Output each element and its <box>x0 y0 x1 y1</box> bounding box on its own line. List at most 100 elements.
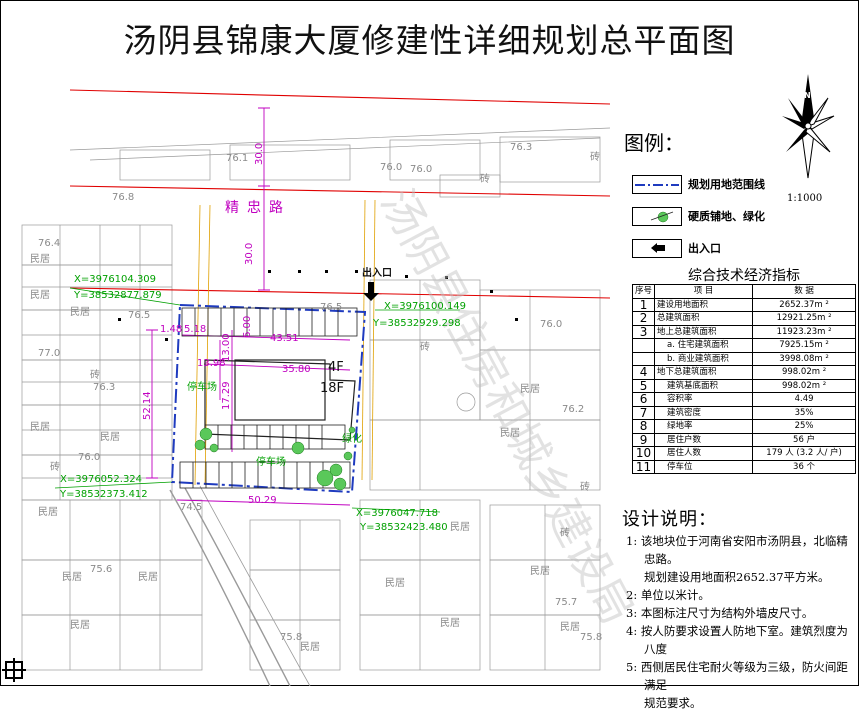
row-value: 11923.23m ² <box>752 324 856 339</box>
elevation: 76.5 <box>320 302 342 313</box>
table-row: 7 建筑密度 35% <box>631 405 856 420</box>
elevation: 75.8 <box>280 632 302 643</box>
dimension-label: 13.00 <box>221 333 232 362</box>
row-item: 容积率 <box>654 392 754 407</box>
row-number: 6 <box>631 392 656 407</box>
road-red-lines <box>69 89 611 299</box>
coord-sw-y: Y=38532373.412 <box>59 489 148 500</box>
row-value: 998.02m ² <box>752 365 856 380</box>
table-row: 11 停车位 36 个 <box>631 459 856 474</box>
elevation: 77.0 <box>38 348 60 359</box>
elevation: 76.1 <box>226 153 248 164</box>
design-notes: 1: 该地块位于河南省安阳市汤阴县，北临精忠路。 规划建设用地面积2652.37… <box>626 532 858 712</box>
legend-label: 出入口 <box>688 242 721 255</box>
elevation: 76.3 <box>93 382 115 393</box>
dimension-label: 6.00 <box>242 316 253 338</box>
table-row: a. 住宅建筑面积 7925.15m ² <box>631 338 856 353</box>
scale-label: 1:1000 <box>787 193 823 204</box>
brick-label: 砖 <box>480 172 490 185</box>
house-label: 民居 <box>30 289 50 301</box>
econ-table-title: 综合技术经济指标 <box>688 268 800 284</box>
row-value: 25% <box>752 419 856 434</box>
legend-swatch-entrance <box>632 238 682 258</box>
row-value: 2652.37m ² <box>752 297 856 312</box>
table-row: 3 地上总建筑面积 11923.23m ² <box>631 324 856 339</box>
house-label: 民居 <box>440 617 460 629</box>
grid-cross-icon <box>0 656 28 689</box>
row-item: 建筑基底面积 <box>654 378 754 393</box>
floor-label-4f: 4F <box>328 360 344 375</box>
elevation: 76.0 <box>540 319 562 330</box>
table-row: 4 地下总建筑面积 998.02m ² <box>631 365 856 380</box>
legend-label: 硬质铺地、绿化 <box>688 210 765 223</box>
coord-se-y: Y=38532423.480 <box>359 522 448 533</box>
row-number: 2 <box>631 311 656 326</box>
row-value: 35% <box>752 405 856 420</box>
table-header: 项 目 <box>654 284 754 299</box>
table-header: 数 据 <box>752 284 856 299</box>
elevation: 76.0 <box>380 162 402 173</box>
design-notes-title: 设计说明： <box>622 509 717 530</box>
legend-item-paving: 硬质铺地、绿化 <box>632 206 765 226</box>
table-row: 8 绿地率 25% <box>631 419 856 434</box>
elevation: 76.3 <box>510 142 532 153</box>
table-row: 10 居住人数 179 人 (3.2 人/ 户) <box>631 446 856 461</box>
house-label: 民居 <box>30 253 50 265</box>
row-number: 4 <box>631 365 656 380</box>
row-value: 36 个 <box>752 459 856 474</box>
note-line: 规范要求。 <box>644 696 702 710</box>
brick-label: 砖 <box>590 150 600 163</box>
row-item: b. 商业建筑面积 <box>654 351 754 366</box>
road-width-1: 30.0 <box>254 143 265 165</box>
row-item: 停车位 <box>654 459 754 474</box>
row-item: 地上总建筑面积 <box>654 324 754 339</box>
coord-ne-y: Y=38532929.298 <box>372 318 461 329</box>
elevation: 76.5 <box>128 310 150 321</box>
table-row: 2 总建筑面积 12921.25m ² <box>631 311 856 326</box>
note-line: 规划建设用地面积2652.37平方米。 <box>644 570 830 584</box>
dimension-label: 17.29 <box>221 381 232 410</box>
row-item: 总建筑面积 <box>654 311 754 326</box>
row-item: 居住人数 <box>654 446 754 461</box>
compass-letter: N <box>804 91 811 100</box>
table-row: 6 容积率 4.49 <box>631 392 856 407</box>
house-label: 民居 <box>100 431 120 443</box>
dimension-label: 50.29 <box>248 495 277 506</box>
row-item: 绿地率 <box>654 419 754 434</box>
econ-table: 序号 项 目 数 据 1 建设用地面积 2652.37m ² 2 总建筑面积 12921… <box>631 284 856 474</box>
watermark: 汤阴县住房和城乡建设局 <box>370 181 642 632</box>
row-item: 地下总建筑面积 <box>654 365 754 380</box>
road-width-2: 30.0 <box>244 243 255 265</box>
house-label: 民居 <box>560 621 580 633</box>
elevation: 74.5 <box>180 502 202 513</box>
legend-label: 规划用地范围线 <box>688 178 765 191</box>
dimension-label: 5.18 <box>184 324 206 335</box>
table-row: 9 居住户数 56 户 <box>631 432 856 447</box>
brick-label: 砖 <box>420 340 430 353</box>
legend-item-entrance: 出入口 <box>632 238 721 258</box>
note-line: 5: 西侧居民住宅耐火等级为三级，防火间距满足 <box>626 660 848 692</box>
elevation: 76.0 <box>78 452 100 463</box>
row-number: 8 <box>631 419 656 434</box>
house-label: 民居 <box>38 506 58 518</box>
elevation: 76.8 <box>112 192 134 203</box>
note-line: 3: 本图标注尺寸为结构外墙皮尺寸。 <box>626 606 814 620</box>
parking-label: 停车场 <box>256 455 286 468</box>
parking-label: 停车场 <box>187 380 217 393</box>
legend-swatch-paving <box>632 206 682 226</box>
row-item: 建设用地面积 <box>654 297 754 312</box>
house-label: 民居 <box>300 641 320 653</box>
row-item: 居住户数 <box>654 432 754 447</box>
coord-nw-y: Y=38532877.879 <box>73 290 162 301</box>
row-value: 998.02m ² <box>752 378 856 393</box>
dimension-label: 52.14 <box>142 391 153 420</box>
row-value: 179 人 (3.2 人/ 户) <box>752 446 856 461</box>
elevation: 75.6 <box>90 564 112 575</box>
house-label: 民居 <box>500 427 520 439</box>
entrance-label: 出入口 <box>362 266 392 279</box>
elevation: 76.0 <box>410 164 432 175</box>
row-number <box>631 338 656 353</box>
row-value: 56 户 <box>752 432 856 447</box>
note-line: 4: 按人防要求设置人防地下室。建筑烈度为八度 <box>626 624 848 656</box>
table-row: b. 商业建筑面积 3998.08m ² <box>631 351 856 366</box>
